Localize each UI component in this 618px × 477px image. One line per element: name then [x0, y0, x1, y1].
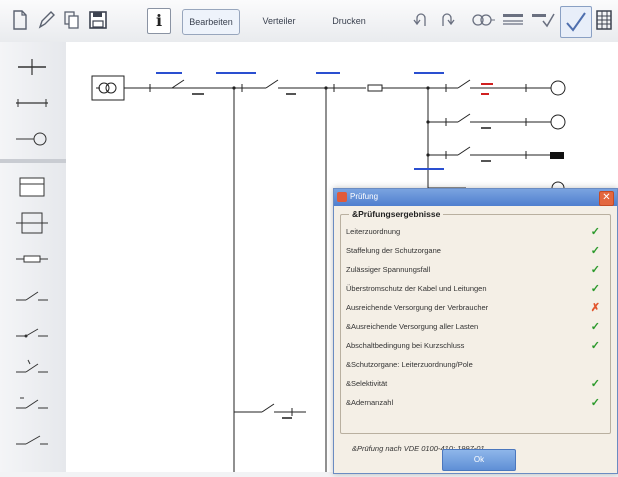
pass-check-icon: ✓ [590, 397, 600, 409]
result-row: Leiterzuordnung ✓ [346, 225, 602, 239]
pass-check-icon: ✓ [590, 283, 600, 295]
symbol-palette [0, 42, 67, 472]
motor-tool-icon[interactable] [10, 124, 54, 154]
table-icon[interactable] [596, 10, 612, 30]
close-button[interactable]: ✕ [599, 191, 614, 206]
copy-icon[interactable] [60, 7, 84, 33]
rcd-tool-icon[interactable] [10, 352, 54, 382]
result-row: &Selektivität ✓ [346, 377, 602, 391]
info-button[interactable]: i [147, 8, 171, 34]
switch-tool-icon[interactable] [10, 280, 54, 310]
save-icon[interactable] [86, 7, 110, 33]
results-group: &Prüfungsergebnisse Leiterzuordnung ✓ Staf… [340, 209, 611, 453]
result-label: Zulässiger Spannungsfall [346, 265, 431, 274]
contact-tool-icon[interactable] [10, 424, 54, 454]
check-mark-icon[interactable] [560, 6, 592, 38]
pass-check-icon: ✓ [590, 264, 600, 276]
tab-bearbeiten[interactable]: Bearbeiten [182, 9, 240, 35]
result-row: &Ausreichende Versorgung aller Lasten ✓ [346, 320, 602, 334]
disconnector-tool-icon[interactable] [10, 388, 54, 418]
result-row: Staffelung der Schutzorgane ✓ [346, 244, 602, 258]
cable-check-icon[interactable] [530, 7, 556, 33]
result-label: &Schutzorgane: Leiterzuordnung/Pole [346, 360, 473, 369]
result-label: Staffelung der Schutzorgane [346, 246, 441, 255]
pruefung-dialog: Prüfung ✕ &Prüfungsergebnisse Leiterzuor… [333, 188, 618, 474]
palette-separator [0, 154, 66, 168]
fuse-tool-icon[interactable] [10, 244, 54, 274]
pass-check-icon: ✓ [590, 378, 600, 390]
app-icon [337, 192, 347, 202]
result-label: &Adernanzahl [346, 398, 394, 407]
result-label: Überstromschutz der Kabel und Leitungen [346, 284, 487, 293]
result-label: Abschaltbedingung bei Kurzschluss [346, 341, 465, 350]
fail-icon: ✗ [590, 302, 600, 314]
line-tool-icon[interactable] [10, 88, 54, 118]
toolbar: i Bearbeiten Verteiler Drucken [0, 0, 618, 43]
result-row: Abschaltbedingung bei Kurzschluss ✓ [346, 339, 602, 353]
dialog-title: Prüfung [350, 192, 379, 201]
pass-check-icon: ✓ [590, 226, 600, 238]
redo-icon[interactable] [436, 7, 460, 33]
pass-check-icon: ✓ [590, 321, 600, 333]
tab-verteiler[interactable]: Verteiler [254, 9, 304, 33]
new-file-icon[interactable] [8, 7, 32, 33]
network-icon[interactable] [470, 7, 496, 33]
pass-check-icon: ✓ [590, 340, 600, 352]
pass-check-icon: ✓ [590, 245, 600, 257]
result-row: Überstromschutz der Kabel und Leitungen ✓ [346, 282, 602, 296]
meter-tool-icon[interactable] [10, 172, 54, 202]
group-title: &Prüfungsergebnisse [349, 209, 444, 219]
distribution-tool-icon[interactable] [10, 208, 54, 238]
result-row: Zulässiger Spannungsfall ✓ [346, 263, 602, 277]
result-label: &Selektivität [346, 379, 388, 388]
result-row: &Schutzorgane: Leiterzuordnung/Pole [346, 358, 602, 372]
breaker-tool-icon[interactable] [10, 316, 54, 346]
ok-button[interactable]: Ok [442, 449, 516, 471]
result-label: Leiterzuordnung [346, 227, 401, 236]
result-row: &Adernanzahl ✓ [346, 396, 602, 410]
result-label: &Ausreichende Versorgung aller Lasten [346, 322, 479, 331]
undo-icon[interactable] [408, 7, 432, 33]
cable-icon[interactable] [500, 7, 526, 33]
pencil-icon[interactable] [34, 7, 58, 33]
dialog-titlebar[interactable]: Prüfung ✕ [334, 189, 617, 206]
busbar-tool-icon[interactable] [10, 52, 54, 82]
result-row: Ausreichende Versorgung der Verbraucher ✗ [346, 301, 602, 315]
result-label: Ausreichende Versorgung der Verbraucher [346, 303, 489, 312]
tab-drucken[interactable]: Drucken [324, 9, 374, 33]
